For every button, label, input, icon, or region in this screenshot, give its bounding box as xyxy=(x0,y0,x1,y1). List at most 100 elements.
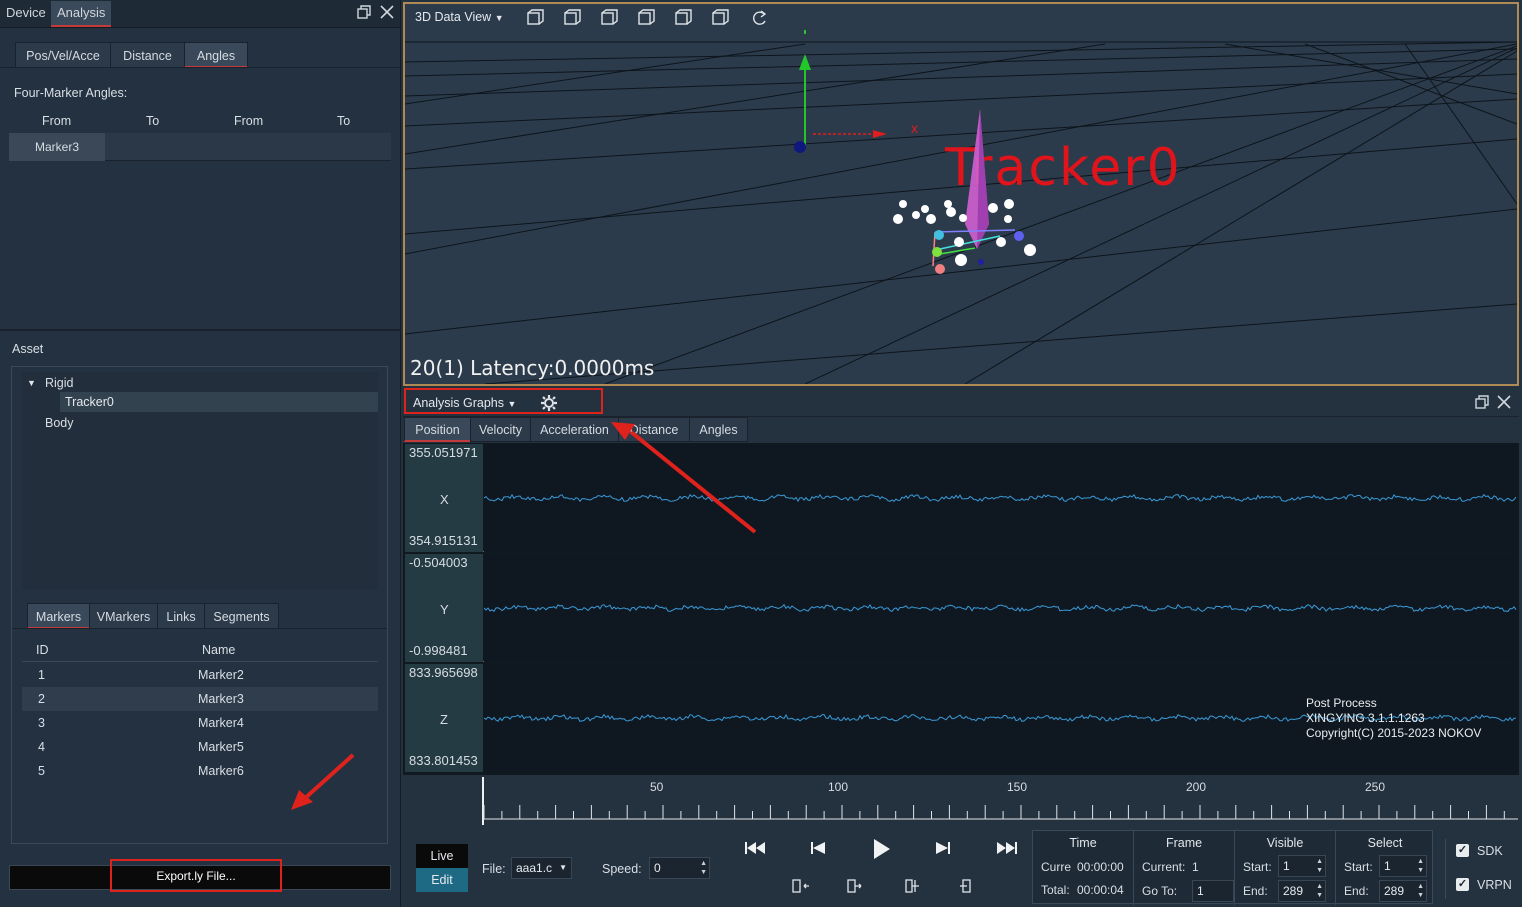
splitter[interactable] xyxy=(0,329,400,331)
tab-position[interactable]: Position xyxy=(404,417,471,442)
view-cube-front-icon xyxy=(527,9,544,25)
watermark-line: XINGYING 3.1.1.1263 xyxy=(1306,711,1425,725)
tab-pos-vel-acce[interactable]: Pos/Vel/Acce xyxy=(15,42,111,68)
angle-header-to-2: To xyxy=(337,114,351,128)
restore-icon[interactable] xyxy=(1475,395,1489,412)
latency-readout: 20(1) Latency:0.0000ms xyxy=(410,356,655,380)
marker-name: Marker3 xyxy=(198,692,244,706)
3d-viewport[interactable]: x Tracker0 20(1) Latency:0.0000ms 3D Dat… xyxy=(403,2,1519,386)
sdk-checkbox[interactable]: ✓ xyxy=(1456,844,1469,857)
tab-markers[interactable]: Markers xyxy=(27,603,90,629)
step-back-icon xyxy=(811,842,825,854)
tab-device[interactable]: Device xyxy=(0,1,52,27)
expand-icon[interactable]: ▼ xyxy=(27,378,36,388)
annotation-arrow xyxy=(611,422,757,534)
graph-y-plot xyxy=(483,554,1517,662)
close-icon[interactable] xyxy=(380,5,394,22)
visible-header: Visible xyxy=(1266,836,1304,850)
annotation-box xyxy=(110,859,282,892)
restore-icon[interactable] xyxy=(357,5,371,22)
select-end-value: 289 xyxy=(1384,884,1405,898)
range-out-icon xyxy=(960,879,971,893)
view-toolbar xyxy=(527,9,767,25)
visible-end-input[interactable]: 289 ▲ ▼ xyxy=(1278,880,1326,902)
watermark: Post Process XINGYING 3.1.1.1263 Copyrig… xyxy=(1306,696,1481,741)
marker-name: Marker5 xyxy=(198,740,244,754)
file-value: aaa1.c xyxy=(516,861,553,875)
goto-label: Go To: xyxy=(1142,884,1178,898)
tab-segments[interactable]: Segments xyxy=(204,603,279,629)
view-cube-left-icon xyxy=(601,9,618,25)
view-cube-top-icon xyxy=(675,9,692,25)
tree-item-body[interactable]: Body xyxy=(45,416,74,430)
select-header: Select xyxy=(1367,836,1403,850)
divider xyxy=(22,661,378,662)
select-start-input[interactable]: 1 ▲ ▼ xyxy=(1379,855,1427,877)
view-cube-bottom-icon xyxy=(712,9,729,25)
chevron-down-icon: ▼ xyxy=(559,863,567,872)
graph-y-label: Y xyxy=(440,602,449,617)
tab-angles[interactable]: Angles xyxy=(184,42,248,68)
spin-arrows-icon[interactable]: ▲ ▼ xyxy=(1316,882,1323,900)
tab-distance[interactable]: Distance xyxy=(110,42,185,68)
tab-velocity[interactable]: Velocity xyxy=(470,417,531,442)
tree-item-rigid[interactable]: Rigid xyxy=(45,376,74,390)
table-row[interactable]: 1 Marker2 xyxy=(22,663,378,687)
visible-start-input[interactable]: 1 ▲ ▼ xyxy=(1278,855,1326,877)
timeline-tick-50: 50 xyxy=(650,780,664,794)
timeline[interactable]: 50 100 150 200 250 xyxy=(482,775,1518,827)
marker-id: 3 xyxy=(38,716,45,730)
timeline-tick-250: 250 xyxy=(1365,780,1386,794)
spin-arrows-icon[interactable]: ▲ ▼ xyxy=(1417,882,1424,900)
graph-x[interactable]: 355.051971 X 354.915131 xyxy=(405,444,1517,552)
angle-header-to-1: To xyxy=(146,114,160,128)
timeline-tick-200: 200 xyxy=(1186,780,1207,794)
marker-id: 4 xyxy=(38,740,45,754)
speed-value: 0 xyxy=(654,861,661,875)
view-mode-dropdown[interactable]: 3D Data View ▼ xyxy=(415,10,504,24)
view-mode-label: 3D Data View xyxy=(415,10,492,24)
marker-id: 5 xyxy=(38,764,45,778)
table-row[interactable]: 2 Marker3 xyxy=(22,687,378,711)
tab-links[interactable]: Links xyxy=(157,603,205,629)
vrpn-label: VRPN xyxy=(1477,878,1512,892)
goto-value: 1 xyxy=(1197,884,1204,898)
graph-y-line xyxy=(483,603,1517,613)
live-button[interactable]: Live xyxy=(416,844,468,868)
tab-analysis[interactable]: Analysis xyxy=(51,1,112,27)
graph-y[interactable]: -0.504003 Y -0.998481 xyxy=(405,554,1517,662)
goto-frame-input[interactable]: 1 xyxy=(1192,880,1234,902)
tab-vmarkers[interactable]: VMarkers xyxy=(89,603,158,629)
table-row[interactable]: 3 Marker4 xyxy=(22,711,378,735)
graph-z-min: 833.801453 xyxy=(409,753,478,768)
file-select[interactable]: aaa1.c ▼ xyxy=(511,857,572,879)
graph-y-max: -0.504003 xyxy=(409,555,468,570)
edit-button[interactable]: Edit xyxy=(416,868,468,892)
close-icon[interactable] xyxy=(1497,395,1511,412)
speed-input[interactable]: 0 ▲ ▼ xyxy=(649,857,710,879)
angle-row[interactable]: Marker3 xyxy=(9,133,391,161)
marker-id: 2 xyxy=(38,692,45,706)
view-cube-back-icon xyxy=(564,9,581,25)
graph-z-label: Z xyxy=(440,712,448,727)
angle-cell-from[interactable]: Marker3 xyxy=(9,133,105,161)
mark-in-icon xyxy=(792,879,809,893)
graph-x-axis-panel: 355.051971 X 354.915131 xyxy=(405,444,483,552)
marker-name: Marker6 xyxy=(198,764,244,778)
marker-header-id: ID xyxy=(36,643,49,657)
divider xyxy=(0,67,400,68)
select-end-input[interactable]: 289 ▲ ▼ xyxy=(1379,880,1427,902)
asset-tree: ▼ Rigid Tracker0 Body xyxy=(22,372,378,590)
graph-x-min: 354.915131 xyxy=(409,533,478,548)
file-label: File: xyxy=(482,862,506,876)
spin-arrows-icon[interactable]: ▲ ▼ xyxy=(1417,857,1424,875)
divider xyxy=(1445,839,1446,899)
range-in-icon xyxy=(905,879,919,893)
spin-arrows-icon[interactable]: ▲ ▼ xyxy=(700,859,707,877)
vrpn-checkbox[interactable]: ✓ xyxy=(1456,878,1469,891)
annotation-arrow xyxy=(291,753,355,810)
tree-item-tracker0[interactable]: Tracker0 xyxy=(60,392,378,412)
spin-arrows-icon[interactable]: ▲ ▼ xyxy=(1316,857,1323,875)
graph-z-max: 833.965698 xyxy=(409,665,478,680)
refresh-icon xyxy=(753,10,767,25)
